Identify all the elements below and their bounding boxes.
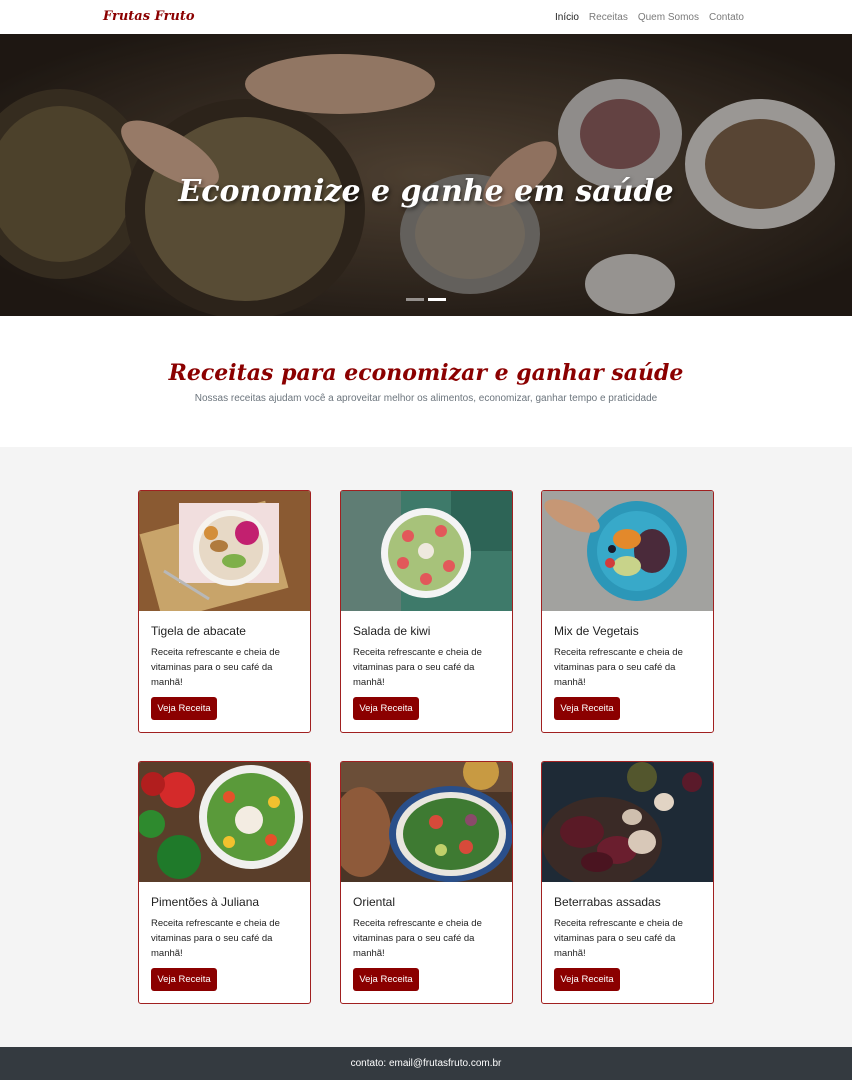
recipe-card: Pimentões à Juliana Receita refrescante … bbox=[138, 761, 311, 1004]
recipe-card: Beterrabas assadas Receita refrescante e… bbox=[541, 761, 714, 1004]
recipe-card: Salada de kiwi Receita refrescante e che… bbox=[340, 490, 513, 733]
recipe-card: Tigela de abacate Receita refrescante e … bbox=[138, 490, 311, 733]
recipe-description: Receita refrescante e cheia de vitaminas… bbox=[554, 647, 683, 688]
navbar: Frutas Fruto Início Receitas Quem Somos … bbox=[0, 0, 852, 34]
view-recipe-button[interactable]: Veja Receita bbox=[353, 697, 419, 720]
recipe-description: Receita refrescante e cheia de vitaminas… bbox=[554, 918, 683, 959]
recipe-title: Mix de Vegetais bbox=[554, 624, 639, 638]
recipe-image-avocado-bowl bbox=[139, 491, 310, 611]
recipe-title: Beterrabas assadas bbox=[554, 895, 661, 909]
recipe-title: Oriental bbox=[353, 895, 396, 909]
footer: contato: email@frutasfruto.com.br bbox=[0, 1047, 852, 1080]
recipe-image-juliana-peppers bbox=[139, 762, 310, 882]
hero-carousel: Economize e ganhe em saúde bbox=[0, 34, 852, 316]
carousel-indicator-1[interactable] bbox=[406, 298, 424, 301]
section-title: Receitas para economizar e ganhar saúde bbox=[168, 360, 684, 386]
hero-title: Economize e ganhe em saúde bbox=[178, 174, 674, 209]
view-recipe-button[interactable]: Veja Receita bbox=[554, 968, 620, 991]
recipe-image-oriental bbox=[341, 762, 512, 882]
recipe-card: Mix de Vegetais Receita refrescante e ch… bbox=[541, 490, 714, 733]
section-subtitle: Nossas receitas ajudam você a aproveitar… bbox=[194, 393, 658, 404]
view-recipe-button[interactable]: Veja Receita bbox=[353, 968, 419, 991]
recipe-image-kiwi-salad bbox=[341, 491, 512, 611]
recipe-description: Receita refrescante e cheia de vitaminas… bbox=[353, 647, 482, 688]
recipe-title: Pimentões à Juliana bbox=[151, 895, 260, 909]
nav-link-receitas[interactable]: Receitas bbox=[589, 12, 628, 23]
recipe-description: Receita refrescante e cheia de vitaminas… bbox=[151, 918, 280, 959]
recipe-image-vegetable-mix bbox=[542, 491, 713, 611]
recipes-area: Tigela de abacate Receita refrescante e … bbox=[0, 447, 852, 1047]
footer-contact: contato: email@frutasfruto.com.br bbox=[350, 1058, 502, 1069]
carousel-indicators bbox=[406, 298, 446, 301]
recipe-description: Receita refrescante e cheia de vitaminas… bbox=[151, 647, 280, 688]
recipe-card: Oriental Receita refrescante e cheia de … bbox=[340, 761, 513, 1004]
nav-links: Início Receitas Quem Somos Contato bbox=[555, 12, 744, 23]
recipe-image-roasted-beets bbox=[542, 762, 713, 882]
nav-link-contato[interactable]: Contato bbox=[709, 12, 744, 23]
recipe-title: Salada de kiwi bbox=[353, 624, 431, 638]
nav-link-quem-somos[interactable]: Quem Somos bbox=[638, 12, 699, 23]
carousel-indicator-2[interactable] bbox=[428, 298, 446, 301]
nav-link-inicio[interactable]: Início bbox=[555, 12, 579, 23]
view-recipe-button[interactable]: Veja Receita bbox=[151, 968, 217, 991]
recipe-title: Tigela de abacate bbox=[151, 624, 246, 638]
view-recipe-button[interactable]: Veja Receita bbox=[554, 697, 620, 720]
view-recipe-button[interactable]: Veja Receita bbox=[151, 697, 217, 720]
brand-logo[interactable]: Frutas Fruto bbox=[103, 9, 195, 24]
recipe-description: Receita refrescante e cheia de vitaminas… bbox=[353, 918, 482, 959]
